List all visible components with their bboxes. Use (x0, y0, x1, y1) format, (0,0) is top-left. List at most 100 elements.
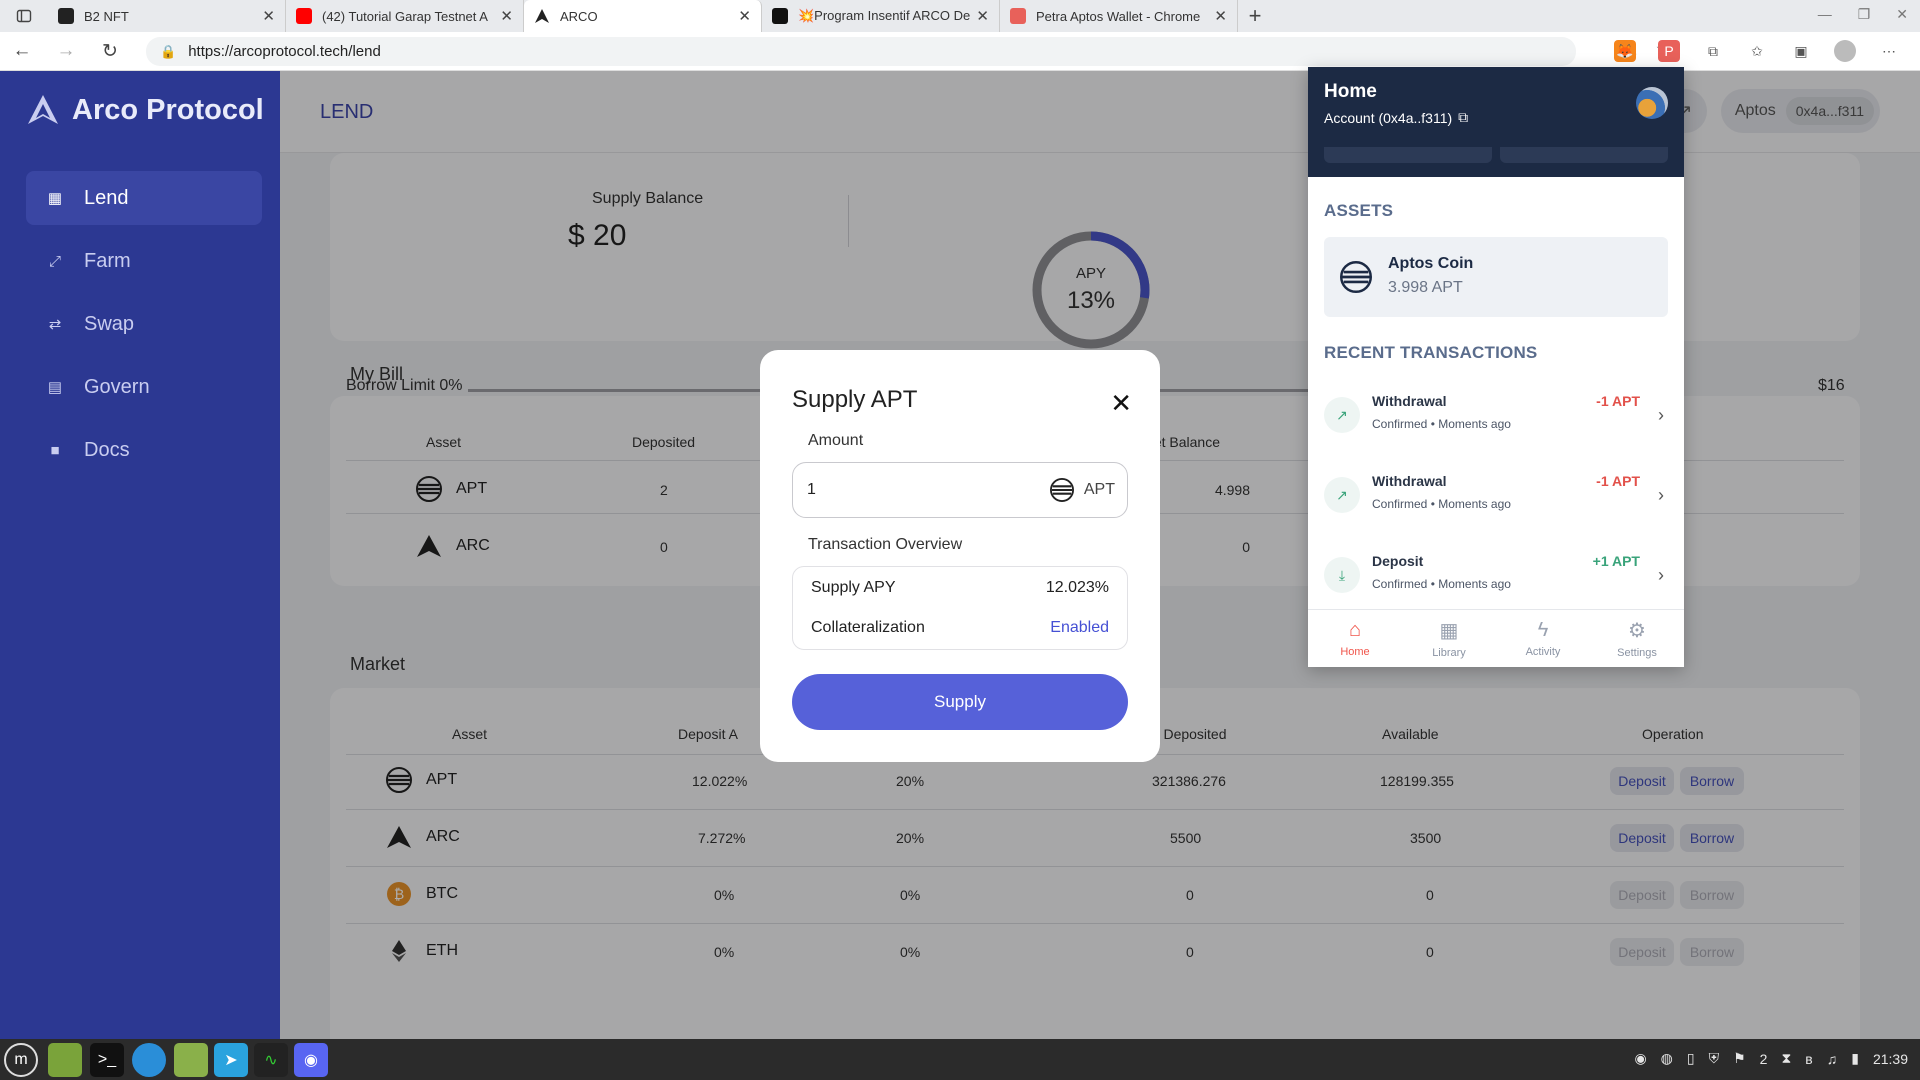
lock-icon[interactable]: 🔒 (160, 44, 176, 60)
transaction-status: Confirmed • Moments ago (1372, 497, 1511, 511)
transaction-item[interactable]: ↗ Withdrawal Confirmed • Moments ago -1 … (1324, 389, 1668, 449)
edge-browser-icon[interactable] (132, 1043, 166, 1077)
more-menu-icon[interactable]: ⋯ (1878, 40, 1900, 62)
copy-icon[interactable]: ⧉ (1458, 109, 1468, 126)
sidebar-item-swap[interactable]: ⇄ Swap (26, 297, 262, 351)
close-tab-icon[interactable]: ✕ (976, 7, 989, 25)
clock: 21:39 (1872, 1050, 1908, 1067)
close-tab-icon[interactable]: ✕ (262, 7, 275, 25)
sidebar-item-lend[interactable]: ▦ Lend (26, 171, 262, 225)
transaction-amount: +1 APT (1592, 553, 1640, 569)
close-window-icon[interactable]: ✕ (1896, 6, 1908, 23)
clipboard-icon[interactable]: ▯ (1687, 1050, 1695, 1067)
url-input[interactable]: 🔒 https://arcoprotocol.tech/lend (146, 37, 1576, 66)
profile-avatar-icon[interactable] (1834, 40, 1856, 62)
metamask-icon[interactable]: 🦊 (1614, 40, 1636, 62)
home-icon: ⌂ (1348, 619, 1362, 641)
wallet-account[interactable]: Account (0x4a..f311) ⧉ (1324, 109, 1468, 126)
os-taskbar: m >_ ➤ ∿ ◉ ◉ ◍ ▯ ⛨ ⚑ 2 ⧗ ʙ ♫ ▮ 21:39 (0, 1039, 1920, 1080)
folder-icon[interactable] (174, 1043, 208, 1077)
supply-button[interactable]: Supply (792, 674, 1128, 730)
transaction-type: Withdrawal (1372, 393, 1447, 409)
browser-tab-active[interactable]: ARCO ✕ (524, 0, 762, 32)
restore-icon[interactable]: ❐ (1858, 6, 1871, 23)
aptos-coin-icon (1340, 261, 1372, 293)
collections-icon[interactable]: ▣ (1790, 40, 1812, 62)
sidebar-item-farm[interactable]: ⤢ Farm (26, 234, 262, 288)
brand-logo[interactable]: Arco Protocol (26, 93, 264, 127)
wallet-header-tab[interactable] (1500, 147, 1668, 163)
sidebar-item-govern[interactable]: ▤ Govern (26, 360, 262, 414)
system-monitor-icon[interactable]: ∿ (254, 1043, 288, 1077)
close-tab-icon[interactable]: ✕ (500, 7, 513, 25)
battery-icon[interactable]: ▮ (1851, 1050, 1859, 1067)
discord-tray-icon[interactable]: ◉ (1634, 1050, 1646, 1067)
new-tab-icon[interactable]: + (1238, 0, 1272, 32)
wallet-nav-settings[interactable]: ⚙ Settings (1590, 610, 1684, 667)
petra-wallet-icon[interactable]: P (1658, 40, 1680, 62)
close-tab-icon[interactable]: ✕ (1214, 7, 1227, 25)
favorites-icon[interactable]: ✩ (1746, 40, 1768, 62)
asset-card-aptos[interactable]: Aptos Coin 3.998 APT (1324, 237, 1668, 317)
browser-tab[interactable]: (42) Tutorial Garap Testnet A ✕ (286, 0, 524, 32)
extensions-puzzle-icon[interactable]: ⧉ (1702, 40, 1724, 62)
terminal-icon[interactable]: >_ (90, 1043, 124, 1077)
wallet-nav-library[interactable]: ▦ Library (1402, 610, 1496, 667)
notification-icon[interactable]: ⚑ (1733, 1050, 1746, 1067)
sidebar-item-docs[interactable]: ■ Docs (26, 423, 262, 477)
start-menu-icon[interactable]: m (4, 1043, 38, 1077)
music-icon[interactable]: ♫ (1827, 1051, 1838, 1067)
browser-tab[interactable]: Petra Aptos Wallet - Chrome ✕ (1000, 0, 1238, 32)
reload-icon[interactable]: ↻ (88, 40, 132, 63)
transaction-amount: -1 APT (1596, 393, 1640, 409)
pickaxe-icon: ⤢ (48, 252, 61, 270)
shield-icon[interactable]: ⛨ (1709, 1050, 1720, 1067)
sidebar-item-label: Docs (84, 438, 130, 461)
transaction-amount: -1 APT (1596, 473, 1640, 489)
library-grid-icon: ▦ (1439, 620, 1459, 642)
wallet-nav-home[interactable]: ⌂ Home (1308, 610, 1402, 667)
close-icon[interactable]: ✕ (1110, 388, 1132, 419)
book-icon: ■ (50, 441, 60, 459)
petra-favicon-icon (1010, 8, 1026, 24)
wallet-header-tab[interactable] (1324, 147, 1492, 163)
window-controls: — ❐ ✕ (1818, 6, 1908, 23)
browser-tabbar: B2 NFT ✕ (42) Tutorial Garap Testnet A ✕… (0, 0, 1920, 32)
extension-icons: 🦊 P ⧉ ✩ ▣ ⋯ (1614, 40, 1900, 62)
edge-tray-icon[interactable]: ◍ (1661, 1050, 1673, 1067)
transaction-item[interactable]: ⤓ Deposit Confirmed • Moments ago +1 APT… (1324, 549, 1668, 609)
minimize-icon[interactable]: — (1818, 6, 1832, 23)
supply-modal: Supply APT ✕ Amount 1 APT Transaction Ov… (760, 350, 1160, 762)
brand-name: Arco Protocol (72, 93, 264, 126)
sidebar-item-label: Swap (84, 312, 135, 335)
amount-unit: APT (1083, 481, 1115, 498)
asset-balance: 3.998 APT (1388, 279, 1463, 296)
close-tab-icon[interactable]: ✕ (738, 7, 751, 25)
files-icon[interactable] (48, 1043, 82, 1077)
tab-title: 💥Program Insentif ARCO De (798, 8, 971, 23)
tab-title: B2 NFT (84, 8, 129, 24)
browser-tab[interactable]: B2 NFT ✕ (48, 0, 286, 32)
wallet-nav-activity[interactable]: ϟ Activity (1496, 610, 1590, 667)
supply-apy-value: 12.023% (1045, 579, 1109, 596)
wallet-avatar[interactable] (1636, 87, 1668, 119)
discord-icon[interactable]: ◉ (294, 1043, 328, 1077)
forward-icon[interactable]: → (44, 40, 88, 62)
bluetooth-icon[interactable]: ʙ (1805, 1051, 1812, 1067)
arco-favicon-icon (534, 8, 550, 24)
asset-name: Aptos Coin (1388, 255, 1474, 272)
nav-label: Activity (1525, 646, 1561, 658)
app-sidebar: Arco Protocol ▦ Lend ⤢ Farm ⇄ Swap ▤ Gov… (0, 71, 280, 1039)
supply-apy-label: Supply APY (811, 579, 896, 596)
telegram-icon[interactable]: ➤ (214, 1043, 248, 1077)
collateralization-label: Collateralization (811, 619, 925, 636)
browser-tab[interactable]: 💥Program Insentif ARCO De ✕ (762, 0, 1000, 32)
amount-input[interactable]: 1 APT (792, 462, 1128, 518)
tab-actions-icon[interactable] (0, 0, 48, 32)
swap-icon: ⇄ (48, 316, 62, 333)
network-icon[interactable]: ⧗ (1781, 1050, 1791, 1067)
outgoing-arrow-icon: ↗ (1324, 397, 1360, 433)
back-icon[interactable]: ← (0, 40, 44, 62)
sidebar-item-label: Lend (84, 186, 129, 209)
transaction-item[interactable]: ↗ Withdrawal Confirmed • Moments ago -1 … (1324, 469, 1668, 529)
